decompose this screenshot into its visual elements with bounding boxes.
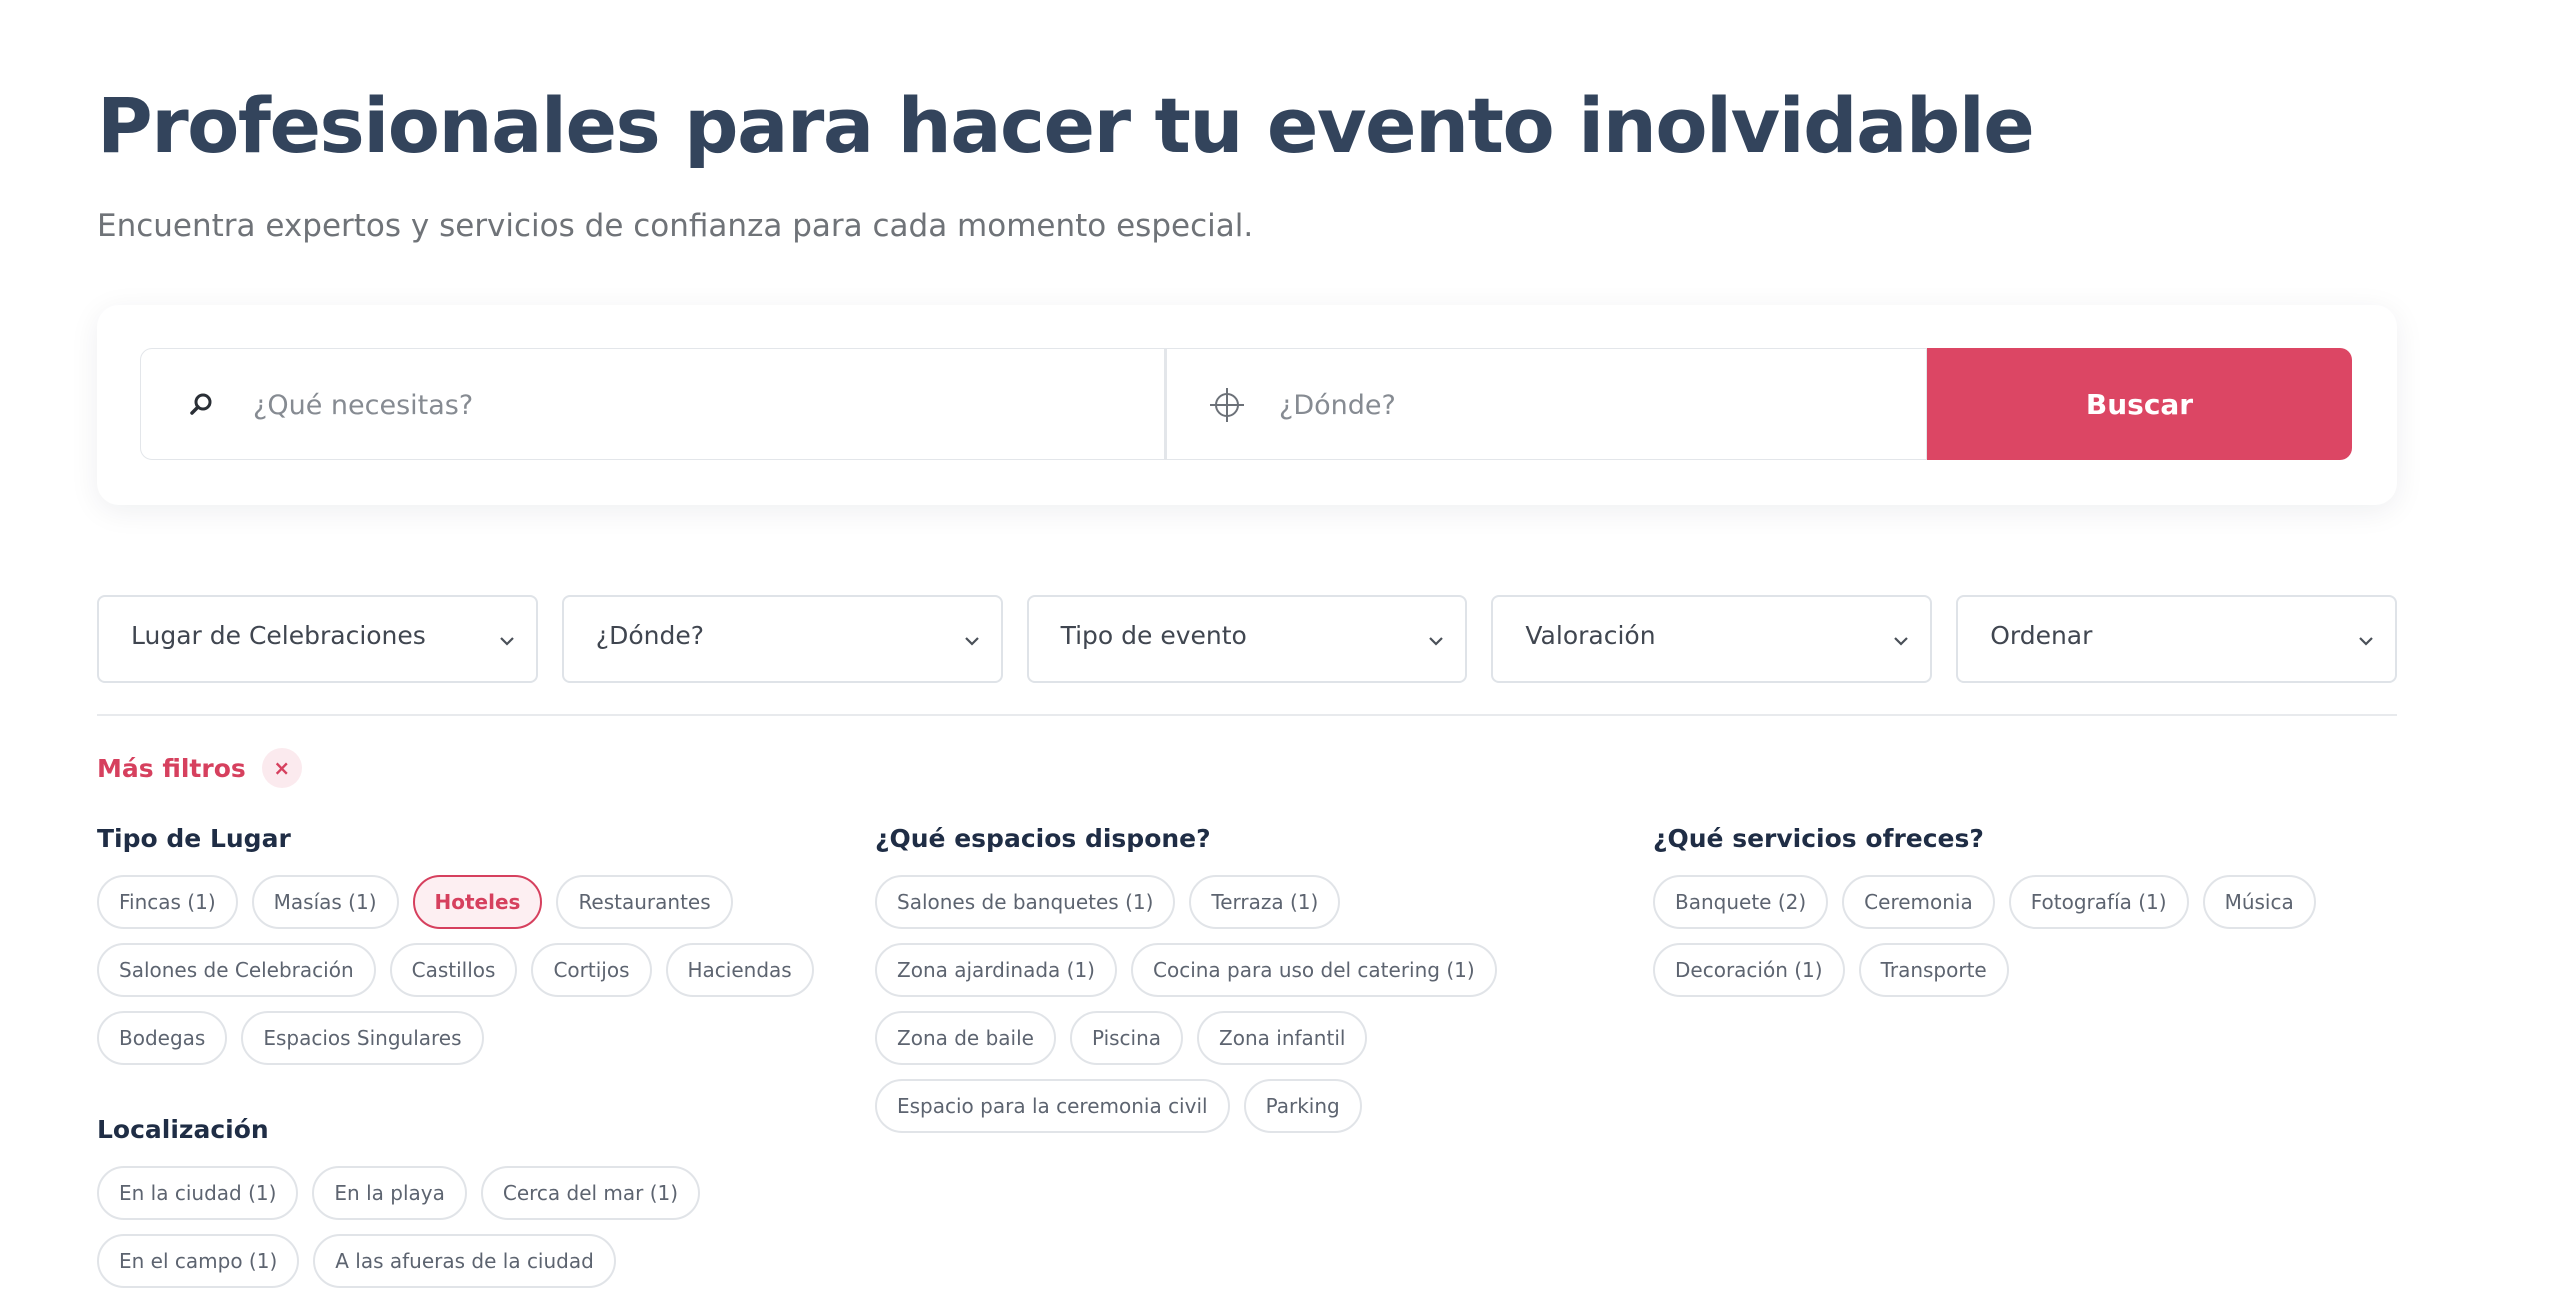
divider <box>97 714 2397 716</box>
group-title: ¿Qué espacios dispone? <box>875 824 1211 853</box>
group-title: Tipo de Lugar <box>97 824 291 853</box>
page: Profesionales para hacer tu evento inolv… <box>0 0 2560 1312</box>
chip-list: Salones de banquetes (1) Terraza (1) Zon… <box>875 875 1595 1133</box>
chip-cortijos[interactable]: Cortijos <box>531 943 652 997</box>
chip-castillos[interactable]: Castillos <box>389 943 518 997</box>
chip-hoteles[interactable]: Hoteles <box>412 875 543 929</box>
chip-ceremonia[interactable]: Ceremonia <box>1842 875 1995 929</box>
group-localizacion: Localización En la ciudad (1) En la play… <box>97 1114 817 1288</box>
chevron-down-icon <box>2359 637 2373 646</box>
search-bar: Buscar <box>140 348 2352 462</box>
chip-list: En la ciudad (1) En la playa Cerca del m… <box>97 1166 817 1288</box>
more-filters-label[interactable]: Más filtros <box>97 754 246 783</box>
filter-selects: Lugar de Celebraciones ¿Dónde? Tipo de e… <box>97 595 2397 683</box>
what-input[interactable] <box>251 379 855 431</box>
chip-terraza[interactable]: Terraza (1) <box>1189 875 1341 929</box>
group-servicios: ¿Qué servicios ofreces? Banquete (2) Cer… <box>1653 823 2373 997</box>
group-tipo-lugar: Tipo de Lugar Fincas (1) Masías (1) Hote… <box>97 823 817 1065</box>
search-button[interactable]: Buscar <box>1927 348 2352 460</box>
page-title: Profesionales para hacer tu evento inolv… <box>97 81 2035 170</box>
chip-piscina[interactable]: Piscina <box>1069 1011 1184 1065</box>
chevron-down-icon <box>500 637 514 646</box>
chip-salones-banquetes[interactable]: Salones de banquetes (1) <box>875 875 1176 929</box>
chip-fotografia[interactable]: Fotografía (1) <box>2008 875 2189 929</box>
chip-masias[interactable]: Masías (1) <box>251 875 399 929</box>
chip-espacios-singulares[interactable]: Espacios Singulares <box>241 1011 484 1065</box>
where-input[interactable] <box>1277 379 1881 431</box>
chip-musica[interactable]: Música <box>2202 875 2316 929</box>
chip-afueras-ciudad[interactable]: A las afueras de la ciudad <box>313 1234 616 1288</box>
what-field[interactable] <box>140 348 1165 460</box>
chip-fincas[interactable]: Fincas (1) <box>97 875 238 929</box>
page-subtitle: Encuentra expertos y servicios de confia… <box>97 208 1254 244</box>
chip-salones-celebracion[interactable]: Salones de Celebración <box>97 943 376 997</box>
chip-ceremonia-civil[interactable]: Espacio para la ceremonia civil <box>875 1079 1230 1133</box>
group-title: Localización <box>97 1115 269 1144</box>
chip-decoracion[interactable]: Decoración (1) <box>1653 943 1845 997</box>
select-value: Ordenar <box>1990 621 2093 650</box>
chip-banquete[interactable]: Banquete (2) <box>1653 875 1829 929</box>
select-tipo-evento[interactable]: Tipo de evento <box>1026 595 1468 683</box>
close-icon[interactable]: × <box>261 748 302 788</box>
chevron-down-icon <box>1894 637 1908 646</box>
group-title: ¿Qué servicios ofreces? <box>1653 824 1984 853</box>
select-value: Valoración <box>1525 621 1656 650</box>
chip-bodegas[interactable]: Bodegas <box>97 1011 228 1065</box>
select-lugar[interactable]: Lugar de Celebraciones <box>97 595 538 683</box>
search-card: Buscar <box>97 305 2397 505</box>
chip-zona-ajardinada[interactable]: Zona ajardinada (1) <box>875 943 1117 997</box>
select-value: Tipo de evento <box>1060 621 1247 650</box>
chip-cocina-catering[interactable]: Cocina para uso del catering (1) <box>1131 943 1497 997</box>
chip-list: Banquete (2) Ceremonia Fotografía (1) Mú… <box>1653 875 2373 997</box>
where-field[interactable] <box>1165 348 1927 460</box>
select-ordenar[interactable]: Ordenar <box>1956 595 2397 683</box>
select-donde[interactable]: ¿Dónde? <box>561 595 1003 683</box>
search-icon <box>190 393 212 415</box>
chip-zona-infantil[interactable]: Zona infantil <box>1197 1011 1368 1065</box>
crosshair-icon <box>1210 388 1244 422</box>
chip-en-el-campo[interactable]: En el campo (1) <box>97 1234 300 1288</box>
chip-parking[interactable]: Parking <box>1243 1079 1362 1133</box>
chip-en-la-ciudad[interactable]: En la ciudad (1) <box>97 1166 299 1220</box>
select-value: Lugar de Celebraciones <box>131 621 426 650</box>
chip-transporte[interactable]: Transporte <box>1858 943 2009 997</box>
group-espacios: ¿Qué espacios dispone? Salones de banque… <box>875 823 1595 1133</box>
chip-haciendas[interactable]: Haciendas <box>665 943 814 997</box>
chip-zona-baile[interactable]: Zona de baile <box>875 1011 1056 1065</box>
chevron-down-icon <box>1429 637 1444 646</box>
select-valoracion[interactable]: Valoración <box>1491 595 1933 683</box>
chip-list: Fincas (1) Masías (1) Hoteles Restaurant… <box>97 875 817 1065</box>
more-filters: Más filtros × <box>97 748 302 788</box>
chip-cerca-del-mar[interactable]: Cerca del mar (1) <box>480 1166 701 1220</box>
chevron-down-icon <box>964 637 979 646</box>
chip-en-la-playa[interactable]: En la playa <box>312 1166 467 1220</box>
chip-restaurantes[interactable]: Restaurantes <box>556 875 733 929</box>
select-value: ¿Dónde? <box>595 621 704 650</box>
